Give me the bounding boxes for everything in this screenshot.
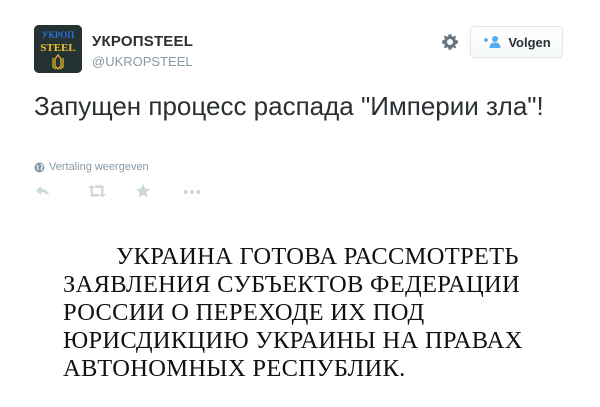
user-handle[interactable]: @UKROPSTEEL (92, 54, 193, 69)
gear-icon[interactable] (440, 32, 460, 52)
follow-button[interactable]: Volgen (470, 26, 563, 58)
tweet-text: Запущен процесс распада "Империи зла"! (34, 91, 544, 121)
globe-icon (34, 162, 45, 172)
follow-person-icon (484, 36, 501, 48)
retweet-icon[interactable] (86, 181, 108, 201)
avatar-text-top: УКРОП (42, 30, 75, 40)
image-text: УКРАИНА ГОТОВА РАССМОТРЕТЬ ЗАЯВЛЕНИЯ СУБ… (63, 243, 583, 383)
translate-label: Vertaling weergeven (49, 161, 149, 173)
display-name[interactable]: УКРОПSTEEL (92, 33, 193, 50)
image-line: РОССИИ О ПЕРЕХОДЕ ИХ ПОД (63, 299, 425, 326)
image-line: ЮРИСДИКЦИЮ УКРАИНЫ НА ПРАВАХ (63, 327, 523, 354)
tweet-image[interactable]: УКРАИНА ГОТОВА РАССМОТРЕТЬ ЗАЯВЛЕНИЯ СУБ… (0, 220, 600, 407)
follow-button-label: Volgen (508, 34, 551, 50)
reply-icon[interactable] (34, 181, 52, 201)
avatar-text-bottom: STEEL (40, 42, 75, 54)
avatar-image: УКРОП STEEL (34, 25, 82, 73)
translate-link[interactable]: Vertaling weergeven (34, 161, 149, 173)
tweet-actions (34, 181, 234, 203)
image-line: АВТОНОМНЫХ РЕСПУБЛИК. (63, 355, 406, 382)
more-icon[interactable] (182, 181, 202, 201)
image-line: ЗАЯВЛЕНИЯ СУБЪЕКТОВ ФЕДЕРАЦИИ (63, 271, 521, 298)
avatar[interactable]: УКРОП STEEL (34, 25, 82, 73)
image-line: УКРАИНА ГОТОВА РАССМОТРЕТЬ (116, 243, 519, 270)
favorite-icon[interactable] (135, 181, 151, 201)
